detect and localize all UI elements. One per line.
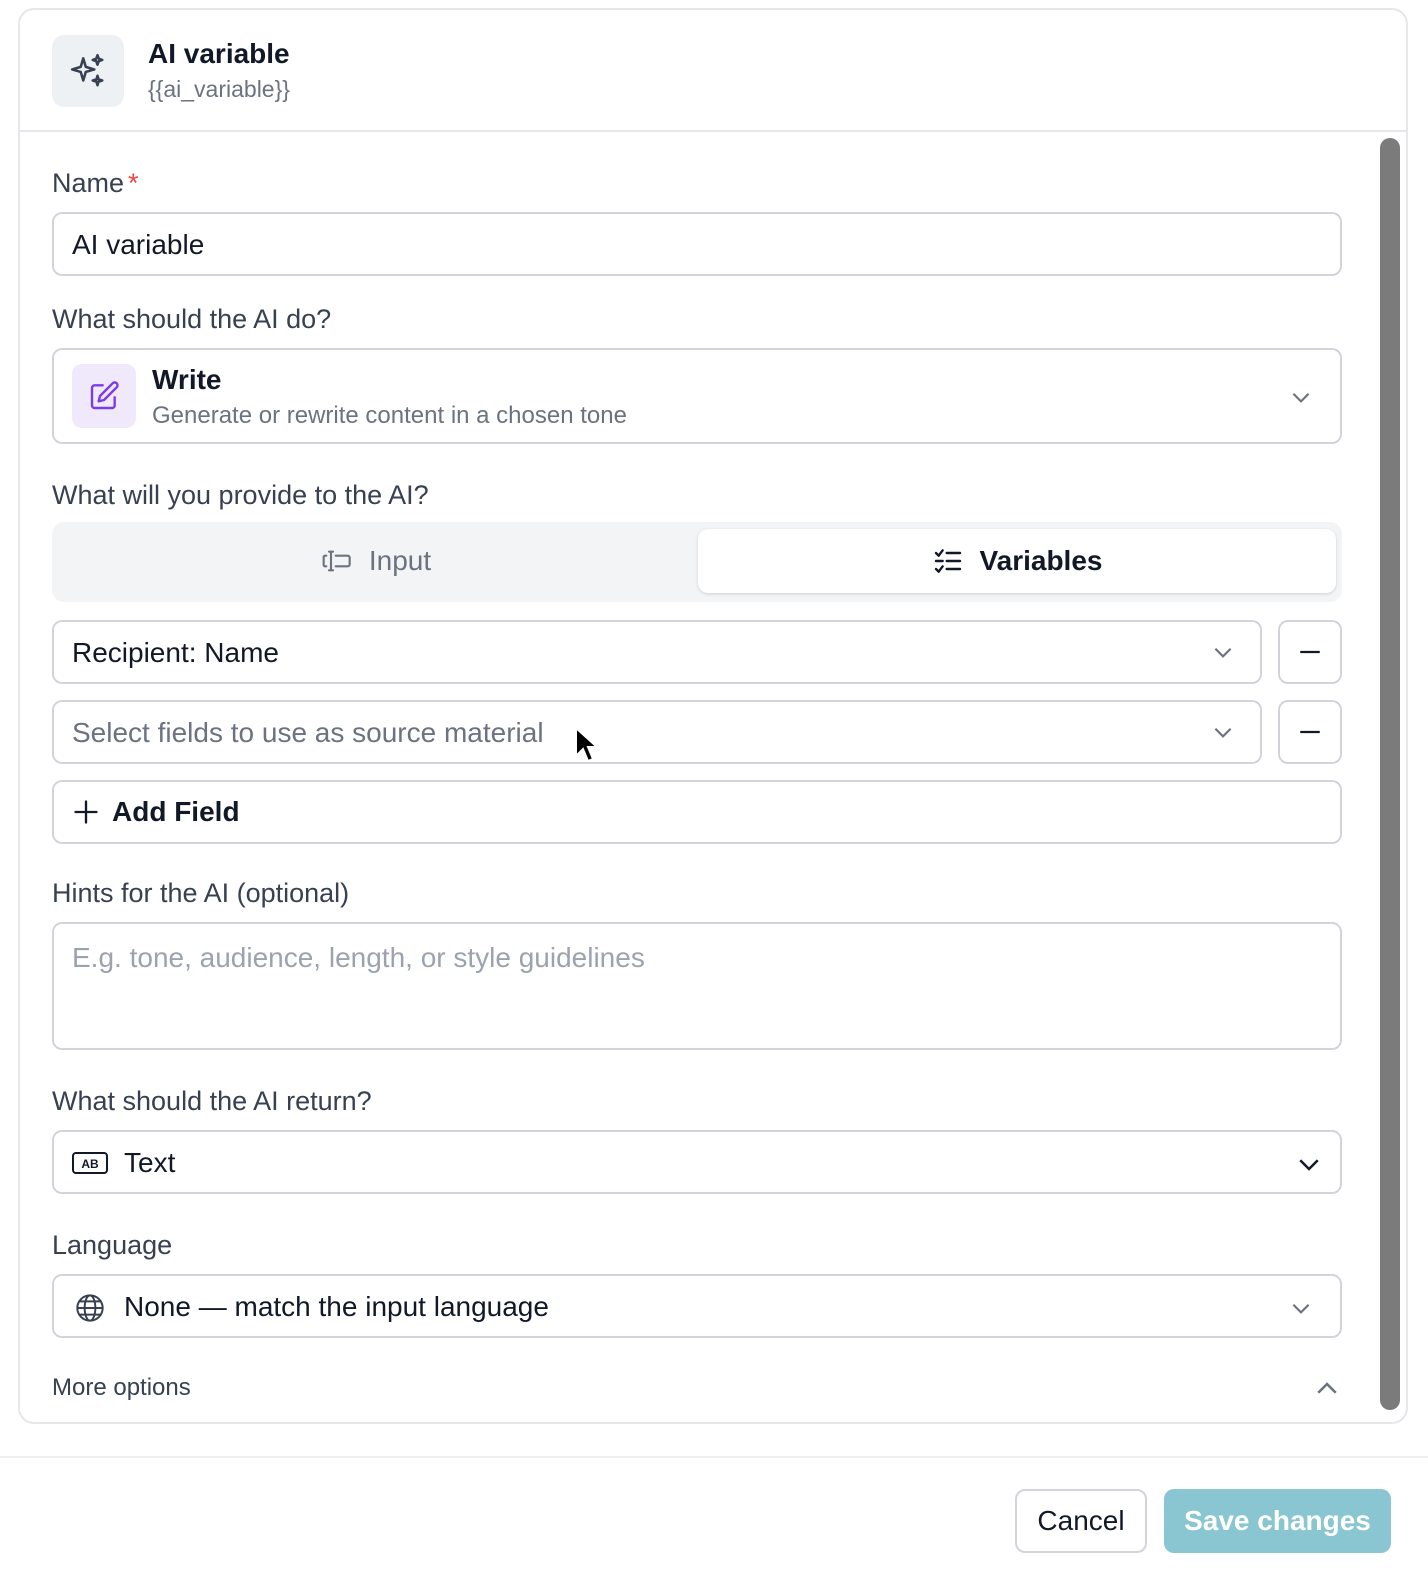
language-select[interactable]: None — match the input language — [52, 1274, 1342, 1338]
panel-title: AI variable — [148, 38, 290, 69]
checklist-icon — [934, 549, 961, 573]
hints-label: Hints for the AI (optional) — [52, 878, 350, 908]
chevron-down-icon — [1292, 1303, 1310, 1314]
name-label: Name * — [52, 168, 139, 199]
hints-textarea[interactable]: E.g. tone, audience, length, or style gu… — [52, 922, 1342, 1050]
add-field-label: Add Field — [112, 796, 240, 827]
chevron-down-icon — [1214, 727, 1232, 738]
chevron-down-icon — [1292, 392, 1310, 403]
cancel-button[interactable]: Cancel — [1015, 1489, 1147, 1553]
plus-icon — [74, 800, 98, 824]
provide-segmented-control: Input Variables — [52, 522, 1342, 602]
required-mark: * — [128, 168, 139, 198]
source-field-placeholder: Select fields to use as source material — [72, 717, 544, 748]
return-label: What should the AI return? — [52, 1086, 372, 1116]
globe-icon — [76, 1294, 104, 1322]
save-changes-button[interactable]: Save changes — [1164, 1489, 1391, 1553]
source-field-select[interactable]: Select fields to use as source material — [52, 700, 1262, 764]
language-label: Language — [52, 1230, 173, 1260]
tab-variables-label: Variables — [979, 545, 1103, 576]
chevron-up-icon[interactable] — [1312, 1374, 1342, 1404]
action-label: What should the AI do? — [52, 304, 332, 334]
minus-icon — [1300, 650, 1320, 654]
svg-text:AB: AB — [81, 1157, 99, 1171]
language-value: None — match the input language — [124, 1291, 549, 1322]
panel-header: AI variable {{ai_variable}} — [20, 10, 1406, 132]
variable-token: {{ai_variable}} — [148, 76, 290, 102]
name-input[interactable]: AI variable — [52, 212, 1342, 276]
ai-variable-panel: AI variable {{ai_variable}} Name * AI var… — [18, 8, 1408, 1424]
sparkles-icon — [52, 35, 124, 107]
name-input-value: AI variable — [72, 229, 205, 260]
scrollbar[interactable] — [1380, 138, 1400, 1410]
tab-input-label: Input — [368, 545, 432, 576]
text-cursor-icon — [322, 550, 351, 572]
chevron-down-icon — [1299, 1159, 1319, 1171]
remove-field-button[interactable] — [1278, 700, 1342, 764]
more-options-toggle[interactable]: More options — [52, 1374, 191, 1402]
pencil-square-icon — [72, 364, 136, 428]
tab-variables[interactable]: Variables — [698, 529, 1336, 593]
variable-field-select[interactable]: Recipient: Name — [52, 620, 1262, 684]
footer-divider — [0, 1456, 1428, 1458]
text-ab-icon: AB — [72, 1152, 108, 1174]
provide-label: What will you provide to the AI? — [52, 480, 429, 510]
remove-field-button[interactable] — [1278, 620, 1342, 684]
variable-field-value: Recipient: Name — [72, 637, 279, 668]
tab-input[interactable]: Input — [58, 529, 694, 593]
action-select[interactable]: Write Generate or rewrite content in a c… — [52, 348, 1342, 444]
add-field-button[interactable]: Add Field — [52, 780, 1342, 844]
return-type-value: Text — [124, 1147, 176, 1178]
mouse-cursor-icon — [575, 726, 600, 763]
minus-icon — [1300, 730, 1320, 734]
chevron-down-icon — [1214, 647, 1232, 658]
name-label-text: Name — [52, 168, 125, 198]
hints-placeholder: E.g. tone, audience, length, or style gu… — [72, 942, 645, 973]
return-type-select[interactable]: AB Text — [52, 1130, 1342, 1194]
action-description: Generate or rewrite content in a chosen … — [152, 402, 627, 429]
action-title: Write — [152, 364, 222, 395]
